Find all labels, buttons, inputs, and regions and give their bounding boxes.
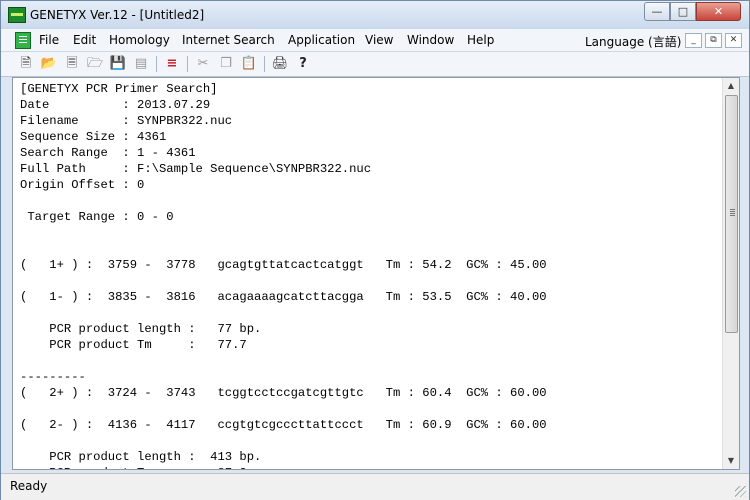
text-line: PCR product Tm : 77.7 bbox=[20, 338, 247, 352]
text-line bbox=[20, 433, 547, 449]
text-line: [GENETYX PCR Primer Search] bbox=[20, 82, 218, 96]
status-bar: Ready bbox=[1, 473, 749, 500]
minimize-button[interactable]: — bbox=[644, 2, 670, 21]
menu-bar: File Edit Homology Internet Search Appli… bbox=[1, 29, 749, 52]
menu-view[interactable]: View bbox=[365, 33, 393, 47]
text-line: Sequence Size : 4361 bbox=[20, 130, 167, 144]
align-icon[interactable]: ≡ bbox=[163, 55, 181, 73]
app-window: GENETYX Ver.12 - [Untitled2] — □ ✕ File … bbox=[0, 0, 750, 500]
text-line bbox=[20, 273, 547, 289]
text-line: Date : 2013.07.29 bbox=[20, 98, 211, 112]
text-line: ( 1- ) : 3835 - 3816 acagaaaagcatcttacgg… bbox=[20, 290, 547, 304]
text-line: Search Range : 1 - 4361 bbox=[20, 146, 196, 160]
text-line: PCR product Tm : 87.2 bbox=[20, 465, 547, 469]
text-line bbox=[20, 305, 547, 321]
text-line: PCR product length : 77 bp. bbox=[20, 322, 262, 336]
scrollbar-thumb[interactable] bbox=[725, 95, 738, 333]
text-editor[interactable]: [GENETYX PCR Primer Search] Date : 2013.0… bbox=[12, 77, 740, 470]
text-line: --------- bbox=[20, 370, 86, 384]
cut-icon[interactable]: ✂ bbox=[194, 55, 212, 73]
print-preview-icon[interactable]: ▤ bbox=[132, 55, 150, 73]
toolbar-separator bbox=[264, 56, 265, 72]
menu-internet-search[interactable]: Internet Search bbox=[182, 33, 275, 47]
text-line: ( 2- ) : 4136 - 4117 ccgtgtcgcccttattccc… bbox=[20, 418, 547, 432]
print-icon[interactable]: 🖨 bbox=[271, 55, 289, 73]
menu-edit[interactable]: Edit bbox=[73, 33, 96, 47]
text-line: Full Path : F:\Sample Sequence\SYNPBR322… bbox=[20, 162, 372, 176]
genetyx-app-icon[interactable] bbox=[8, 7, 26, 23]
menu-file[interactable]: File bbox=[39, 33, 59, 47]
copy-icon[interactable]: ❐ bbox=[217, 55, 235, 73]
menu-language[interactable]: Language (言語) bbox=[585, 33, 681, 50]
save-icon[interactable]: 💾 bbox=[109, 55, 127, 73]
child-close-button[interactable]: ✕ bbox=[725, 33, 742, 48]
status-text: Ready bbox=[10, 479, 48, 493]
thumb-grip-icon bbox=[730, 209, 735, 210]
title-bar[interactable]: GENETYX Ver.12 - [Untitled2] — □ ✕ bbox=[1, 1, 749, 29]
text-line: ( 2+ ) : 3724 - 3743 tcggtcctccgatcgttgt… bbox=[20, 386, 547, 400]
new-doc-icon[interactable]: 🗏 bbox=[63, 55, 81, 73]
text-line bbox=[20, 353, 547, 369]
document-icon[interactable] bbox=[15, 32, 31, 49]
toolbar-separator bbox=[187, 56, 188, 72]
text-line bbox=[20, 225, 547, 241]
text-line: Origin Offset : 0 bbox=[20, 178, 145, 192]
scroll-up-arrow-icon[interactable]: ▲ bbox=[723, 78, 739, 94]
scroll-down-arrow-icon[interactable]: ▼ bbox=[723, 453, 739, 469]
child-restore-button[interactable]: ⧉ bbox=[705, 33, 722, 48]
help-icon[interactable]: ? bbox=[294, 55, 312, 73]
menu-help[interactable]: Help bbox=[467, 33, 494, 47]
child-minimize-button[interactable]: _ bbox=[685, 33, 702, 48]
vertical-scrollbar[interactable]: ▲ ▼ bbox=[722, 78, 739, 469]
open-folder-icon[interactable]: 📂 bbox=[40, 55, 58, 73]
text-line: ( 1+ ) : 3759 - 3778 gcagtgttatcactcatgg… bbox=[20, 258, 547, 272]
open-icon[interactable]: 🗁 bbox=[86, 55, 104, 73]
paste-icon[interactable]: 📋 bbox=[240, 55, 258, 73]
menu-application[interactable]: Application bbox=[288, 33, 355, 47]
document-text: [GENETYX PCR Primer Search] Date : 2013.0… bbox=[20, 81, 547, 469]
new-file-icon[interactable]: 🗎 bbox=[17, 55, 35, 73]
close-button[interactable]: ✕ bbox=[696, 2, 741, 21]
text-line bbox=[20, 401, 547, 417]
text-line: PCR product length : 413 bp. bbox=[20, 450, 262, 464]
text-line: Filename : SYNPBR322.nuc bbox=[20, 114, 233, 128]
text-line bbox=[20, 241, 547, 257]
resize-grip-icon[interactable] bbox=[735, 486, 746, 497]
text-line: Target Range : 0 - 0 bbox=[20, 210, 174, 224]
menu-window[interactable]: Window bbox=[407, 33, 454, 47]
maximize-button[interactable]: □ bbox=[670, 2, 696, 21]
text-line bbox=[20, 193, 547, 209]
menu-homology[interactable]: Homology bbox=[109, 33, 170, 47]
window-title: GENETYX Ver.12 - [Untitled2] bbox=[30, 8, 205, 22]
toolbar: 🗎 📂 🗏 🗁 💾 ▤ ≡ ✂ ❐ 📋 🖨 ? bbox=[1, 52, 749, 77]
toolbar-separator bbox=[156, 56, 157, 72]
